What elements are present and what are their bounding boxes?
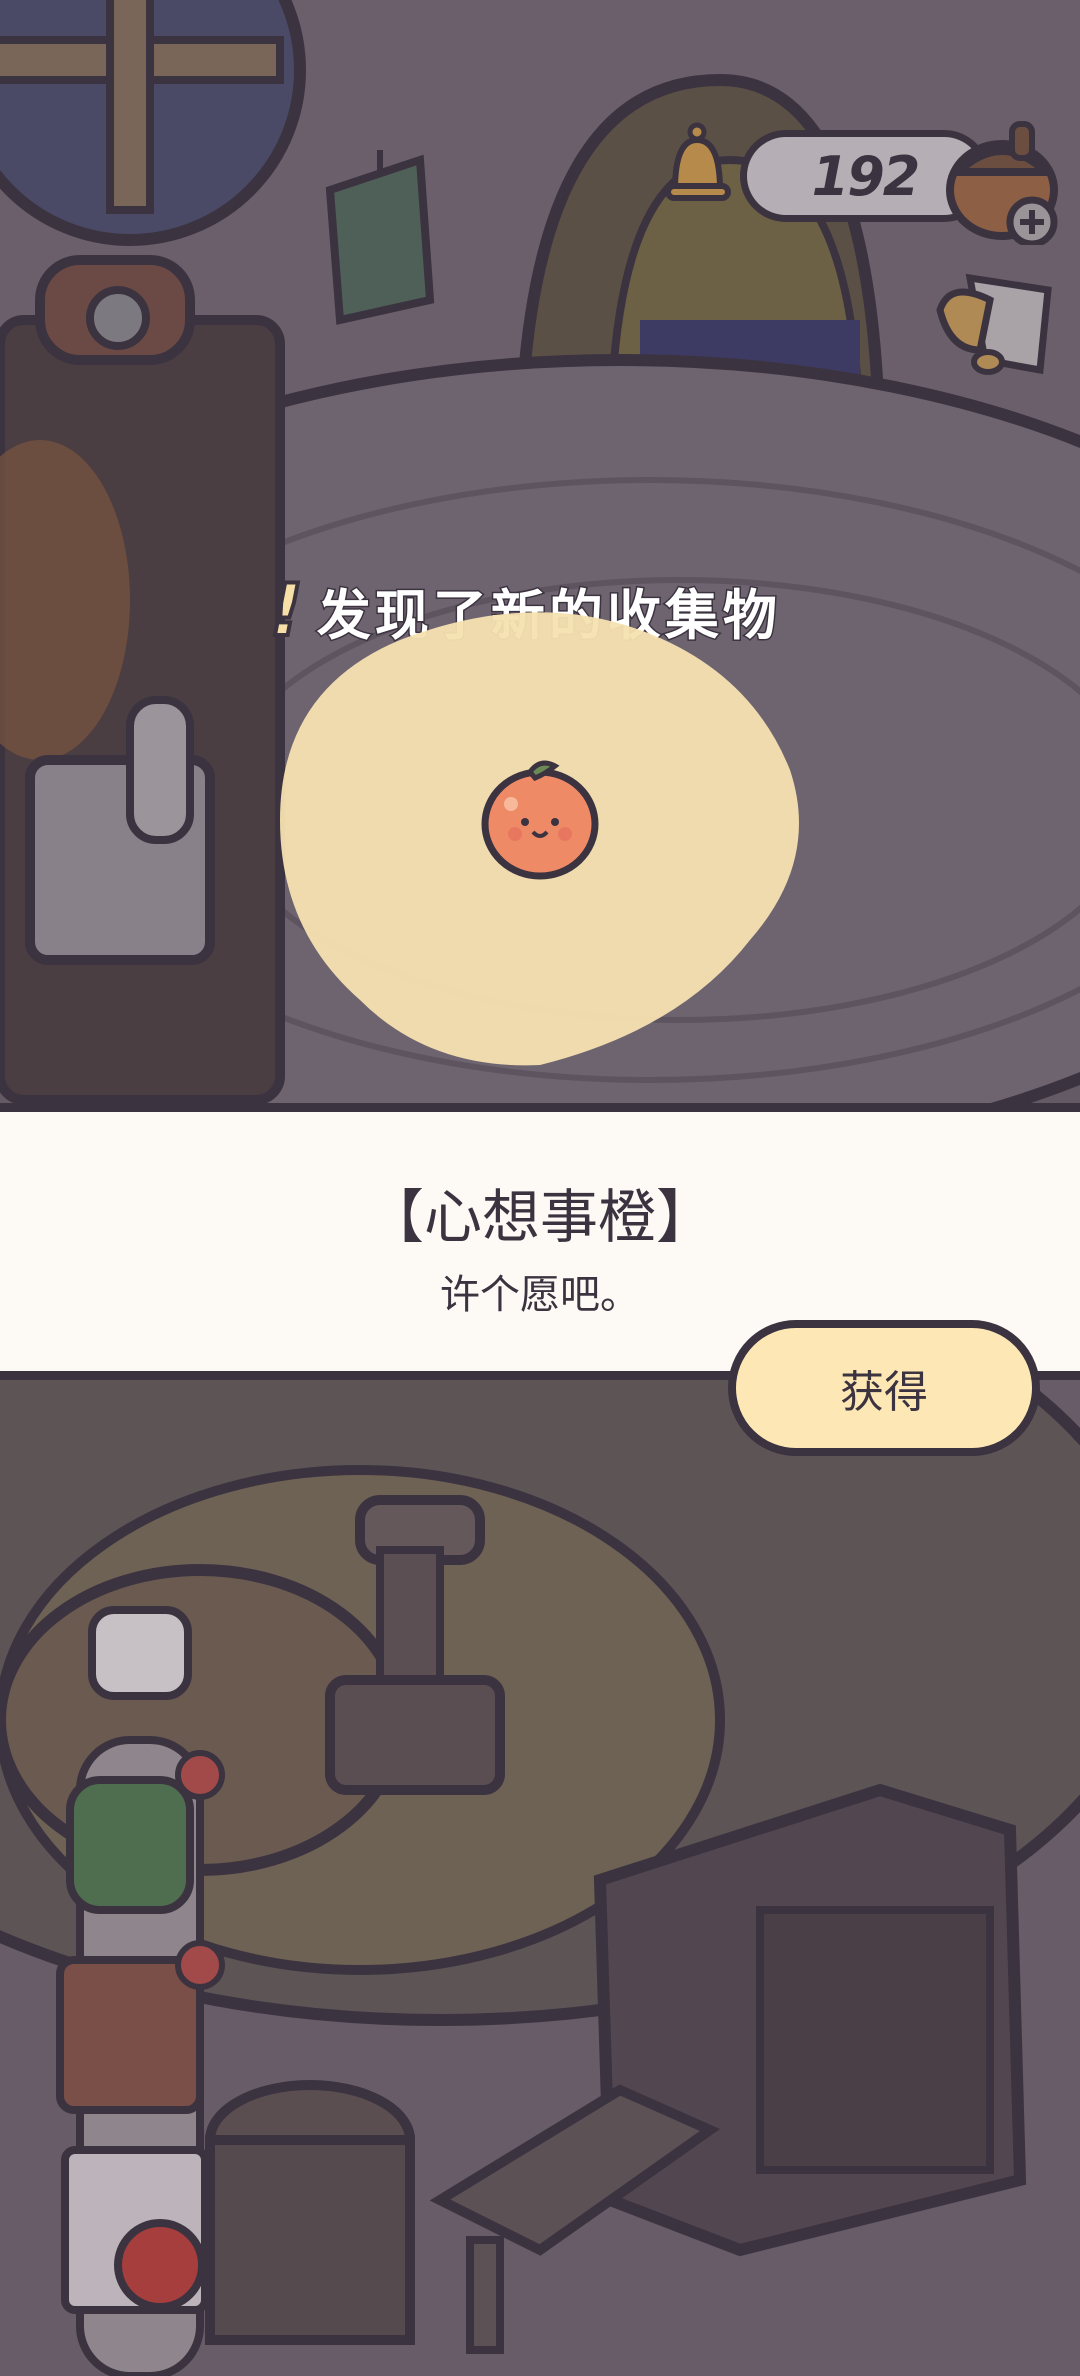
desk-with-phone	[0, 255, 285, 1105]
shelf-cabinet	[593, 1783, 1027, 2257]
tangerine-icon	[481, 760, 599, 880]
cup-icon[interactable]	[930, 270, 1055, 385]
acorn-add-icon[interactable]	[940, 110, 1065, 245]
bell-icon[interactable]	[660, 120, 735, 210]
obtain-button[interactable]: 获得	[728, 1320, 1040, 1456]
item-name: 【心想事橙】	[365, 1183, 714, 1251]
item-description: 许个愿吧。	[440, 1272, 640, 1318]
acorn-count: 192	[811, 144, 921, 208]
drum-stool	[205, 2080, 415, 2345]
obtain-button-label: 获得	[840, 1367, 928, 1418]
